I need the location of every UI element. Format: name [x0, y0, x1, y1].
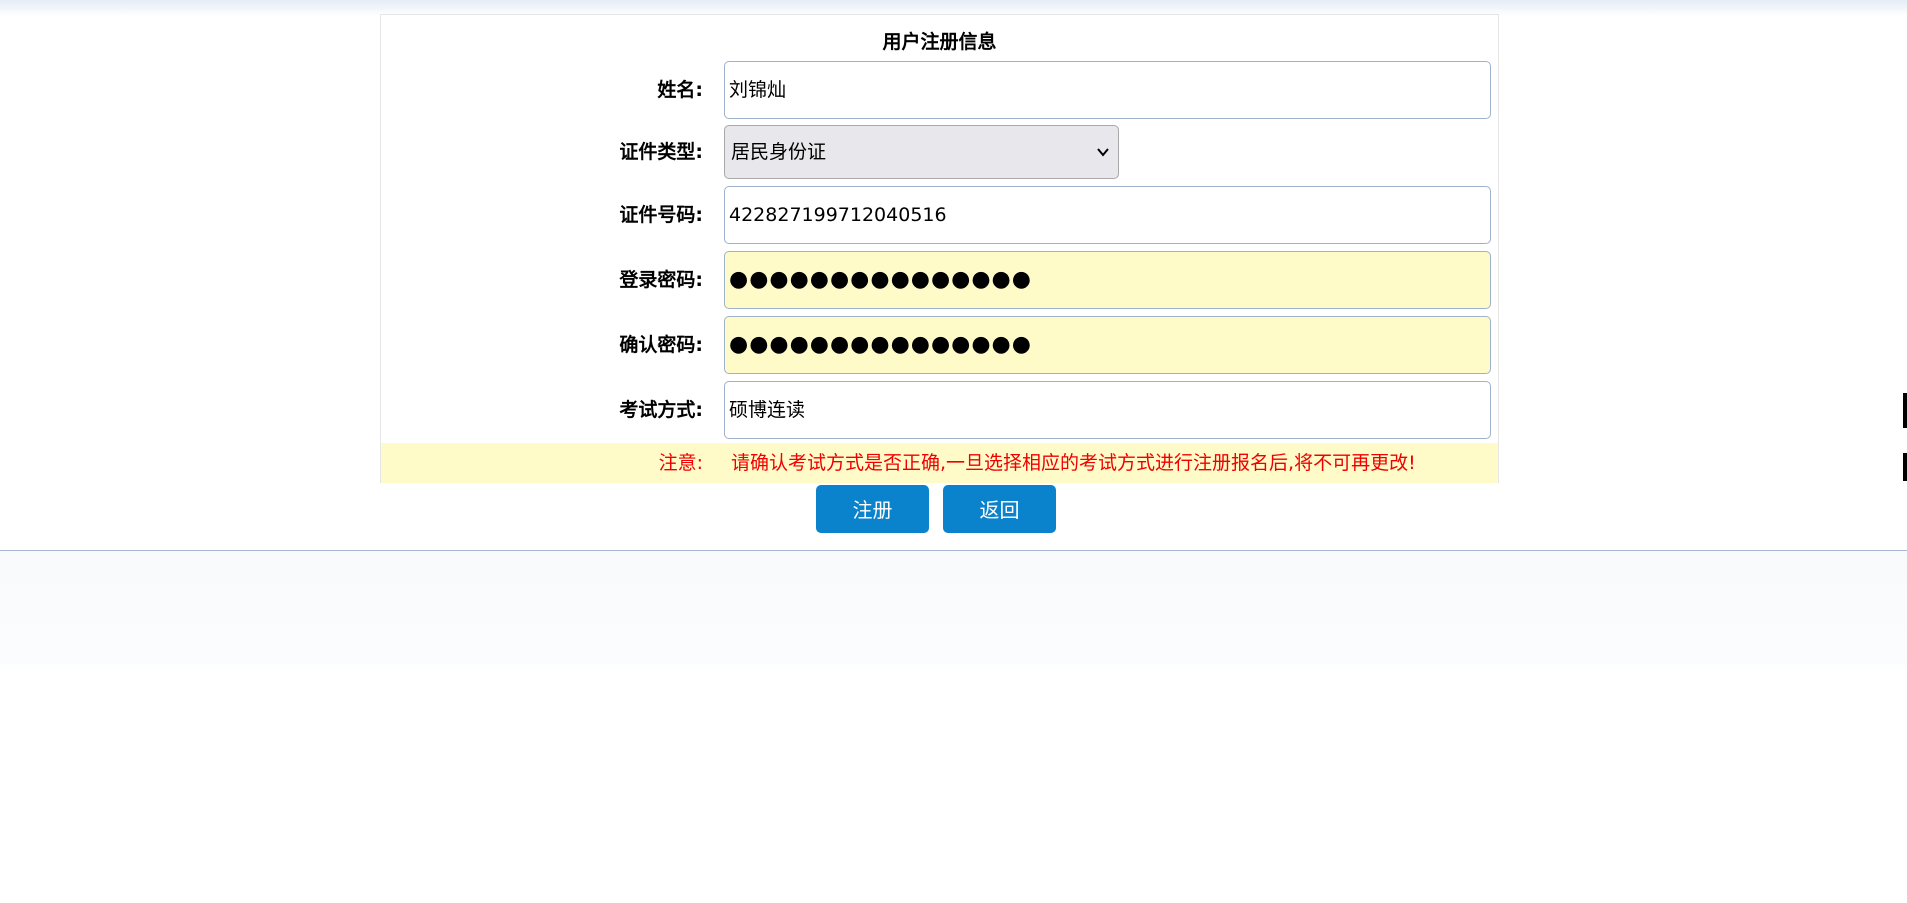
password-input[interactable]: ●●●●●●●●●●●●●●● [724, 251, 1491, 309]
notice-label: 注意: [658, 452, 703, 474]
name-row: 姓名: 刘锦灿 [381, 60, 1498, 120]
confirm-password-input[interactable]: ●●●●●●●●●●●●●●● [724, 316, 1491, 374]
name-input[interactable]: 刘锦灿 [724, 61, 1491, 119]
password-row: 登录密码: ●●●●●●●●●●●●●●● [381, 250, 1498, 310]
footer-area [0, 550, 1907, 903]
notice-text: 请确认考试方式是否正确,一旦选择相应的考试方式进行注册报名后,将不可再更改! [731, 452, 1416, 474]
id-number-row: 证件号码: 422827199712040516 [381, 185, 1498, 245]
back-button[interactable]: 返回 [943, 485, 1056, 533]
id-type-row: 证件类型: 居民身份证 [381, 124, 1498, 184]
id-type-select[interactable]: 居民身份证 [724, 125, 1119, 179]
notice-bar: 注意: 请确认考试方式是否正确,一旦选择相应的考试方式进行注册报名后,将不可再更… [381, 443, 1498, 483]
registration-form: 用户注册信息 姓名: 刘锦灿 证件类型: 居民身份证 证件号码: 4228271… [380, 14, 1499, 483]
confirm-password-label: 确认密码: [619, 334, 703, 356]
id-number-label: 证件号码: [619, 204, 703, 226]
scrollbar-mark-lower [1903, 453, 1907, 481]
form-title: 用户注册信息 [882, 31, 997, 53]
scrollbar-mark [1903, 393, 1907, 428]
id-type-selected-value: 居民身份证 [731, 141, 827, 163]
exam-mode-label: 考试方式: [619, 399, 703, 421]
id-number-input[interactable]: 422827199712040516 [724, 186, 1491, 244]
exam-mode-input[interactable]: 硕博连读 [724, 381, 1491, 439]
name-label: 姓名: [657, 79, 703, 101]
exam-mode-row: 考试方式: 硕博连读 [381, 380, 1498, 440]
confirm-password-row: 确认密码: ●●●●●●●●●●●●●●● [381, 315, 1498, 375]
password-label: 登录密码: [619, 269, 703, 291]
id-type-label: 证件类型: [619, 141, 703, 163]
register-button[interactable]: 注册 [816, 485, 929, 533]
chevron-down-icon [1097, 148, 1109, 157]
